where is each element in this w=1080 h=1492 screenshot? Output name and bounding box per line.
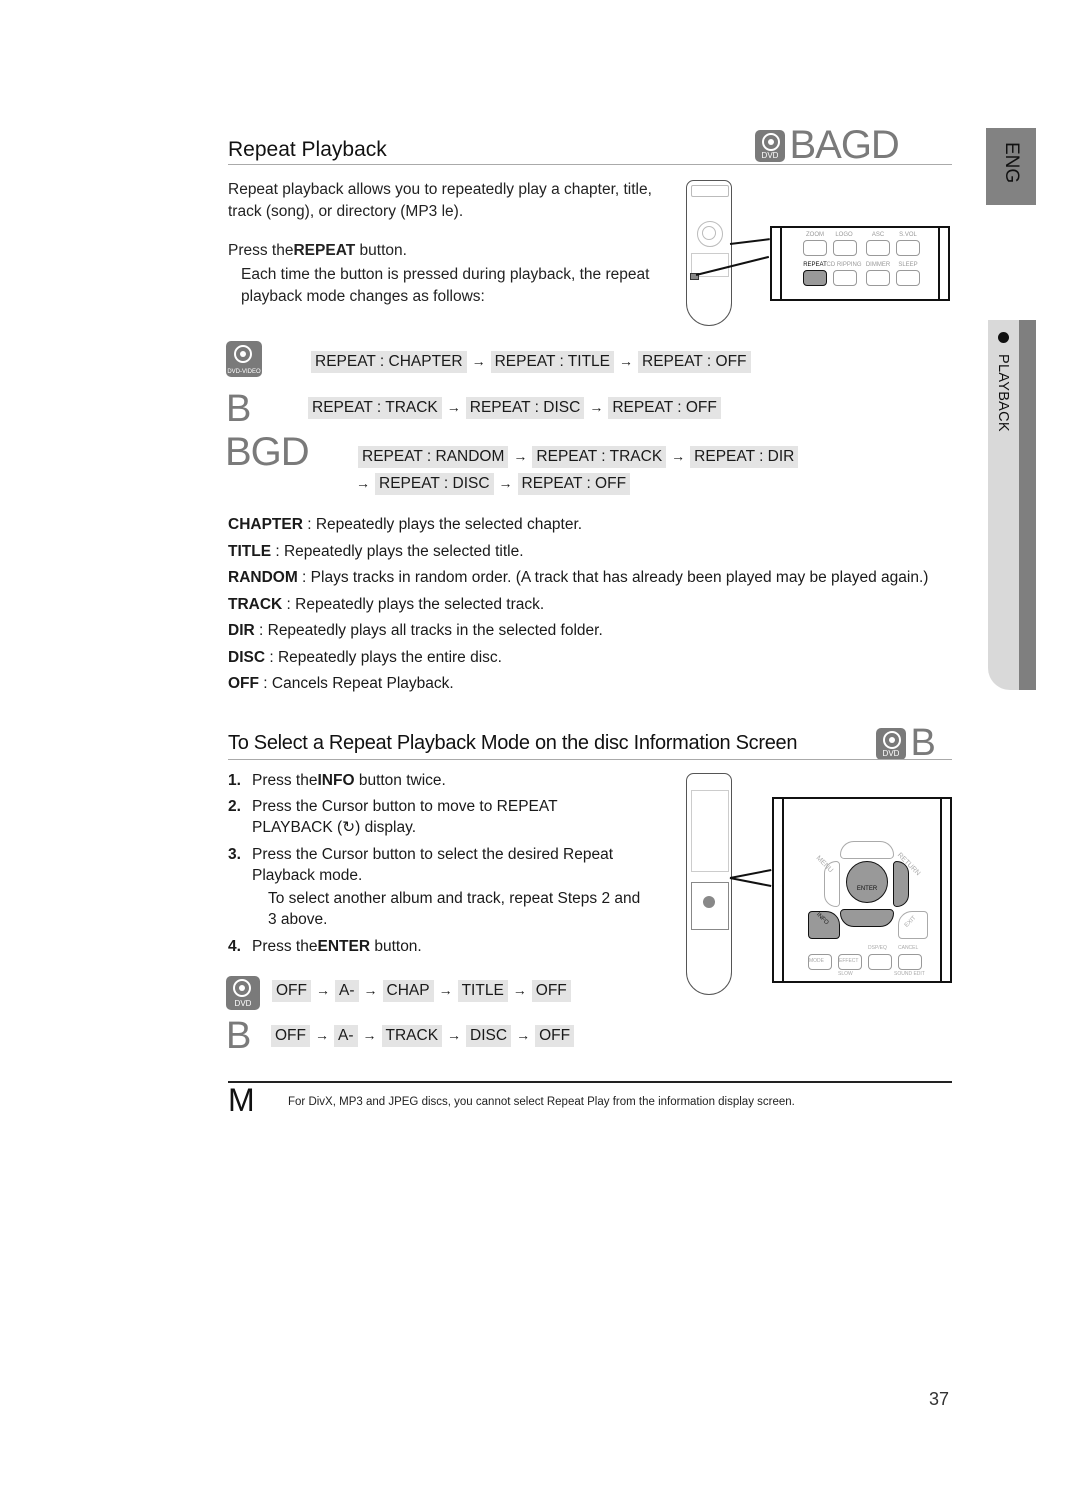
cd-info-sequence: OFF → A- → TRACK → DISC → OFF — [271, 1025, 575, 1047]
section-tab: PLAYBACK — [988, 320, 1036, 690]
dvd-video-icon: DVD-VIDEO — [226, 341, 262, 377]
dvd-disc-icon: DVD — [755, 129, 785, 162]
dvd-repeat-sequence: REPEAT : CHAPTER → REPEAT : TITLE → REPEAT :… — [311, 351, 751, 373]
section-title: Repeat Playback — [228, 138, 387, 161]
definition-item: DISC : Repeatedly plays the entire disc. — [228, 648, 502, 666]
mp3-jpeg-letters: BGD — [225, 430, 310, 474]
definition-item: TRACK : Repeatedly plays the selected tr… — [228, 595, 545, 613]
step-4: 4. Press theENTER button. — [228, 938, 422, 955]
page-number: 37 — [929, 1389, 950, 1409]
dvd-info-sequence: OFF → A- → CHAP → TITLE → OFF — [272, 980, 571, 1002]
steps-list: 1. Press theINFO button twice. 2. Press th… — [228, 770, 678, 957]
section2-title: To Select a Repeat Playback Mode on the … — [228, 732, 798, 754]
step-3: 3. Press the Cursor button to select the … — [228, 846, 614, 863]
title-rule — [228, 164, 952, 165]
mode-definitions: CHAPTER : Repeatedly plays the selected … — [228, 512, 928, 698]
callout-line — [729, 868, 772, 879]
intro-text: Repeat playback allows you to repeatedly… — [228, 181, 652, 220]
bullet-icon — [998, 332, 1009, 343]
remote-control-image — [686, 180, 732, 326]
cd-repeat-sequence: REPEAT : TRACK → REPEAT : DISC → REPEAT : OF… — [308, 397, 721, 419]
note-marker: M — [228, 1082, 255, 1118]
cursor-down-highlight — [840, 909, 894, 927]
definition-item: OFF : Cancels Repeat Playback. — [228, 675, 454, 692]
definition-item: CHAPTER : Repeatedly plays the selected … — [228, 516, 583, 533]
remote-zoom-navigation: MENU RETURN ENTER INFO EXIT MODE EFFECT … — [772, 797, 952, 983]
disc-type-letters: BAGD — [789, 123, 899, 167]
callout-line — [729, 877, 772, 887]
step-3-note: To select another album and track, repea… — [268, 890, 641, 907]
instruction-note: Each time the button is pressed during p… — [241, 266, 650, 305]
dvd-icon: DVD — [226, 976, 260, 1010]
cd-letter-2: B — [226, 1015, 252, 1057]
language-tab: ENG — [986, 128, 1036, 205]
step-1: 1. Press theINFO button twice. — [228, 772, 446, 789]
cd-letter: B — [226, 388, 252, 430]
dvd-disc-icon: DVD — [876, 727, 906, 760]
note-text: For DivX, MP3 and JPEG discs, you cannot… — [288, 1096, 795, 1108]
remote-control-image-2 — [686, 773, 732, 995]
section2-rule — [228, 759, 952, 760]
definition-item: TITLE : Repeatedly plays the selected ti… — [228, 542, 524, 560]
disc-types: DVD BAGD — [755, 123, 900, 168]
remote-zoom-repeat: ZOOM LOGO ASC S.VOL REPEAT CD RIPPING DI… — [770, 226, 950, 301]
mp3-repeat-sequence-line2: → REPEAT : DISC → REPEAT : OFF — [356, 473, 631, 495]
enter-button-highlight: ENTER — [846, 861, 888, 903]
repeat-button-highlight — [803, 270, 827, 286]
info-button-highlight: INFO — [808, 911, 840, 939]
cursor-right-highlight — [893, 861, 909, 907]
step-2: 2. Press the Cursor button to move to REP… — [228, 798, 558, 815]
callout-line — [729, 238, 770, 245]
definition-item: RANDOM : Plays tracks in random order. (… — [228, 569, 929, 586]
instruction: Press theREPEAT button. — [228, 242, 407, 259]
mp3-repeat-sequence-line1: REPEAT : RANDOM → REPEAT : TRACK → REPEAT : … — [358, 446, 799, 468]
definition-item: DIR : Repeatedly plays all tracks in the… — [228, 622, 603, 639]
note-rule — [228, 1081, 952, 1083]
